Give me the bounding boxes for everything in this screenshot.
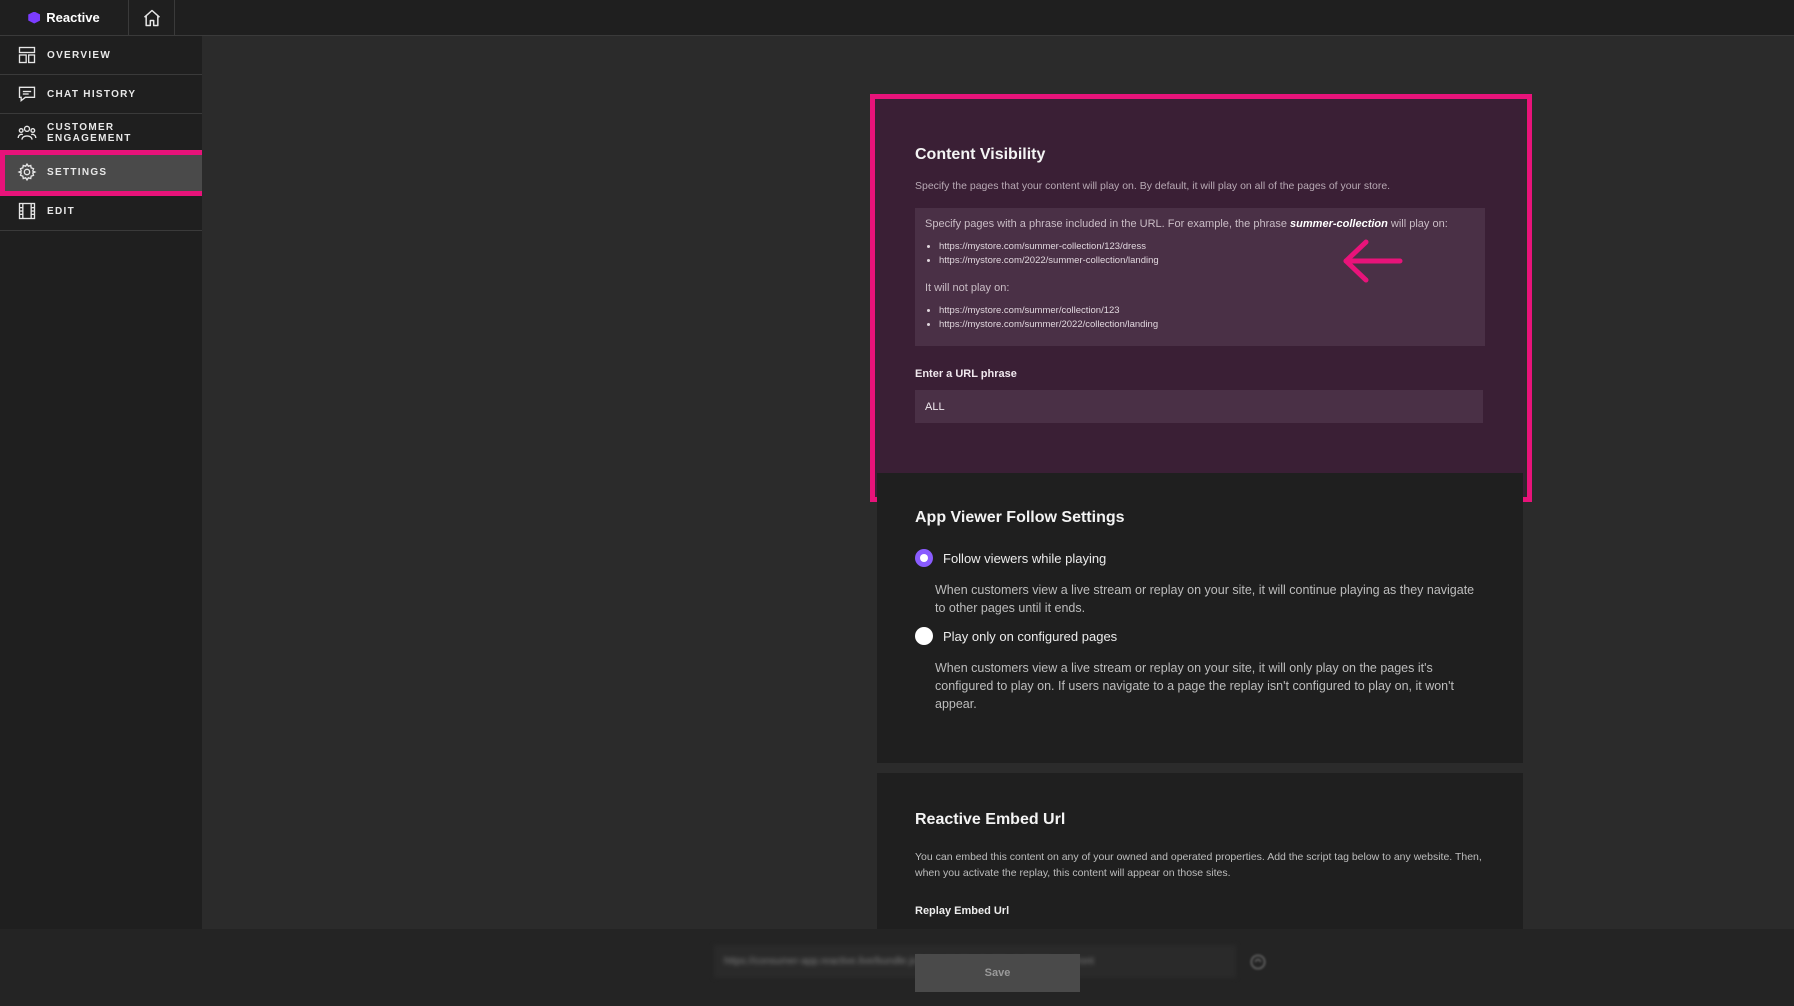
home-button[interactable] bbox=[129, 0, 175, 36]
url-phrase-input[interactable] bbox=[915, 390, 1483, 423]
embed-description: You can embed this content on any of you… bbox=[915, 851, 1482, 879]
sidebar-item-customer-engagement[interactable]: CUSTOMER ENGAGEMENT bbox=[0, 114, 202, 153]
sidebar-item-label: OVERVIEW bbox=[47, 49, 112, 61]
bottom-action-bar: https://consumer-app.reactive.live/bundl… bbox=[0, 929, 1794, 1006]
url-phrase-label: Enter a URL phrase bbox=[915, 368, 1017, 380]
radio-unselected[interactable] bbox=[915, 627, 933, 645]
option-description: When customers view a live stream or rep… bbox=[935, 661, 1454, 711]
content-visibility-description: Specify the pages that your content will… bbox=[915, 180, 1391, 192]
brand-name: Reactive bbox=[46, 10, 100, 25]
sidebar-item-settings[interactable]: SETTINGS bbox=[0, 153, 202, 192]
top-bar: Reactive bbox=[0, 0, 1794, 36]
sidebar-item-label: SETTINGS bbox=[47, 166, 108, 178]
main-content: Content Visibility Specify the pages tha… bbox=[202, 36, 1794, 929]
chat-icon bbox=[18, 86, 36, 103]
radio-selected[interactable] bbox=[915, 549, 933, 567]
option-follow-viewers[interactable]: Follow viewers while playing bbox=[915, 549, 1485, 567]
sidebar-item-label: CUSTOMER ENGAGEMENT bbox=[47, 122, 132, 144]
sidebar-item-overview[interactable]: OVERVIEW bbox=[0, 36, 202, 75]
embed-card: Reactive Embed Url You can embed this co… bbox=[877, 773, 1523, 929]
overview-icon bbox=[18, 46, 36, 64]
brand[interactable]: Reactive bbox=[0, 0, 129, 36]
option-label: Play only on configured pages bbox=[943, 628, 1118, 644]
url-examples-box: Specify pages with a phrase included in … bbox=[915, 208, 1485, 346]
sidebar-item-chat-history[interactable]: CHAT HISTORY bbox=[0, 75, 202, 114]
option-label: Follow viewers while playing bbox=[943, 550, 1107, 566]
content-visibility-title: Content Visibility bbox=[915, 146, 1046, 163]
save-button[interactable]: Save bbox=[915, 954, 1080, 992]
users-icon bbox=[17, 125, 37, 140]
example-intro: Specify pages with a phrase included in … bbox=[925, 218, 1448, 230]
example-phrase: summer-collection bbox=[1290, 218, 1388, 230]
sidebar-item-label: CHAT HISTORY bbox=[47, 88, 137, 100]
home-icon bbox=[143, 9, 160, 26]
embed-title: Reactive Embed Url bbox=[915, 811, 1066, 828]
list-item: https://mystore.com/summer/2022/collecti… bbox=[939, 318, 1475, 332]
sidebar-item-label: EDIT bbox=[47, 205, 75, 217]
not-play-label: It will not play on: bbox=[925, 282, 1010, 294]
content-visibility-card: Content Visibility Specify the pages tha… bbox=[875, 98, 1525, 498]
embed-field-label: Replay Embed Url bbox=[915, 905, 1010, 917]
sidebar-item-edit[interactable]: EDIT bbox=[0, 192, 202, 231]
gear-icon bbox=[17, 162, 37, 182]
sidebar: OVERVIEW CHAT HISTORY CUSTOMER ENGAGEMEN… bbox=[0, 36, 202, 929]
reactive-logo-icon bbox=[28, 11, 41, 24]
follow-settings-card: App Viewer Follow Settings Follow viewer… bbox=[877, 473, 1523, 763]
plays-on-list: https://mystore.com/summer-collection/12… bbox=[939, 240, 1475, 268]
list-item: https://mystore.com/summer-collection/12… bbox=[939, 240, 1475, 254]
option-description: When customers view a live stream or rep… bbox=[935, 583, 1475, 615]
list-item: https://mystore.com/2022/summer-collecti… bbox=[939, 254, 1475, 268]
copy-icon[interactable] bbox=[1248, 952, 1268, 972]
not-plays-on-list: https://mystore.com/summer/collection/12… bbox=[939, 304, 1475, 332]
option-configured-pages[interactable]: Play only on configured pages bbox=[915, 627, 1485, 645]
follow-settings-title: App Viewer Follow Settings bbox=[915, 509, 1125, 526]
list-item: https://mystore.com/summer/collection/12… bbox=[939, 304, 1475, 318]
film-icon bbox=[18, 202, 36, 220]
